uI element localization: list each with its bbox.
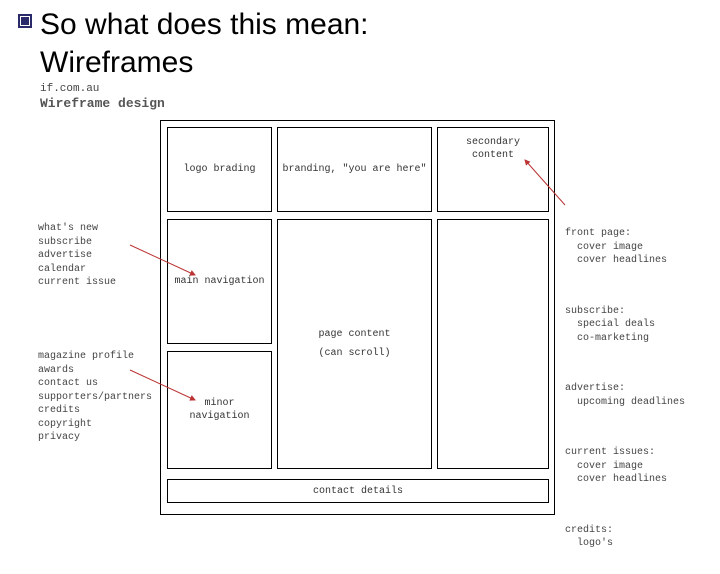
site-url: if.com.au (40, 82, 165, 96)
annotation-advertise: advertise: upcoming deadlines (565, 382, 685, 409)
slide-bullet-icon (18, 14, 32, 28)
annotation-credits: credits: logo's (565, 524, 685, 551)
box-minor-nav: minor navigation (167, 351, 272, 469)
box-content-line1: page content (318, 328, 390, 341)
annotation-minor-nav: magazine profile awards contact us suppo… (38, 350, 152, 445)
box-right-column (437, 219, 549, 469)
box-secondary-label: secondary content (442, 136, 544, 162)
box-footer: contact details (167, 479, 549, 503)
annotation-main-nav: what's new subscribe advertise calendar … (38, 222, 116, 290)
annotation-secondary: front page: cover image cover headlines … (565, 200, 685, 574)
box-secondary: secondary content (437, 127, 549, 212)
box-branding-label: branding, "you are here" (282, 163, 426, 176)
box-logo: logo brading (167, 127, 272, 212)
annotation-front-page: front page: cover image cover headlines (565, 227, 685, 268)
box-branding: branding, "you are here" (277, 127, 432, 212)
annotation-current-issues: current issues: cover image cover headli… (565, 446, 685, 487)
box-content-line2: (can scroll) (318, 347, 390, 360)
box-nav-label: main navigation (174, 275, 264, 288)
box-minor-label: minor navigation (172, 397, 267, 423)
box-page-content: page content (can scroll) (277, 219, 432, 469)
wireframe-meta: if.com.au Wireframe design (40, 82, 165, 113)
title-line-1: So what does this mean: (40, 8, 369, 41)
box-logo-label: logo brading (183, 163, 255, 176)
box-main-nav: main navigation (167, 219, 272, 344)
title-line-2: Wireframes (40, 46, 193, 79)
annotation-subscribe: subscribe: special deals co-marketing (565, 305, 685, 346)
slide-title: So what does this mean: Wireframes (40, 6, 369, 81)
box-footer-label: contact details (313, 485, 403, 498)
design-label: Wireframe design (40, 96, 165, 113)
wireframe-frame: logo brading branding, "you are here" se… (160, 120, 555, 515)
